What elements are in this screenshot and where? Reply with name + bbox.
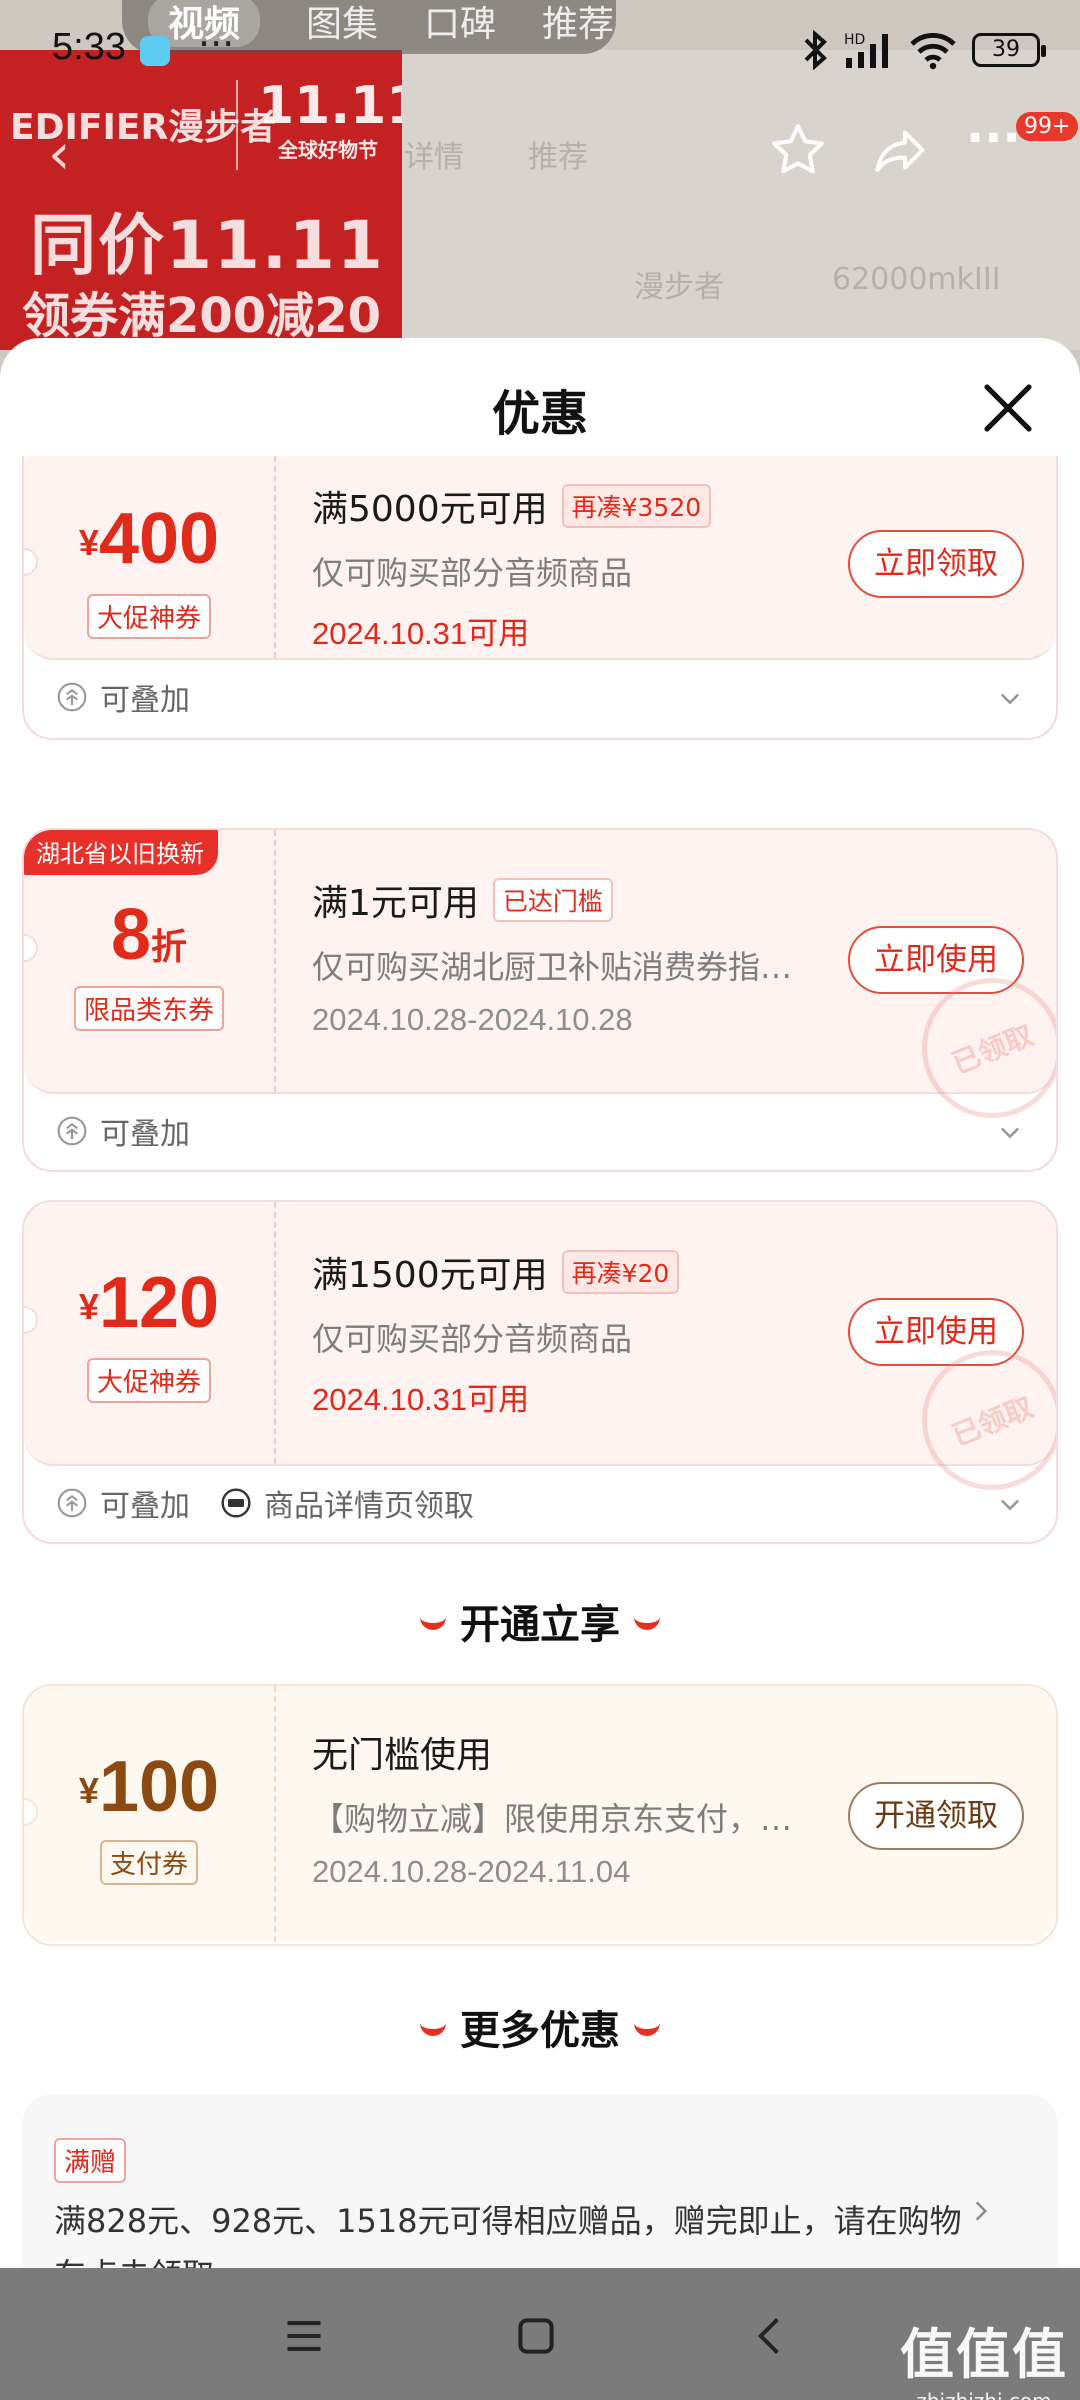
- cellular-signal-icon: HD: [844, 32, 888, 68]
- section-title-open: 开通立享: [0, 1592, 1080, 1650]
- sheet-title: 优惠: [491, 386, 588, 442]
- coupon-card: 湖北省以旧换新 8折 限品类东券 满1元可用 已达门槛 仅可购买湖北厨卫补贴消费券…: [22, 828, 1058, 1172]
- stackable-label: 可叠加: [100, 1117, 190, 1152]
- status-more: ···: [198, 22, 235, 66]
- coupon-info: 满1元可用 已达门槛 仅可购买湖北厨卫补贴消费券指… 2024.10.28-202…: [312, 874, 852, 1038]
- message-badge: 99+: [1016, 112, 1079, 141]
- coupon-condition: 无门槛使用: [312, 1735, 493, 1776]
- coupon-amount: ¥400: [78, 499, 220, 579]
- coupon-type-tag: 支付券: [24, 1840, 274, 1885]
- coupon-separator: [274, 456, 276, 658]
- coupon-card: ¥400 大促神券 满5000元可用 再凑¥3520 仅可购买部分音频商品 202…: [22, 456, 1058, 740]
- share-icon[interactable]: [870, 120, 930, 180]
- coupon-footer[interactable]: 可叠加: [24, 1094, 1056, 1168]
- site-watermark: 值值值 zhizhizhi.com: [900, 2323, 1068, 2400]
- claim-button[interactable]: 立即领取: [848, 530, 1024, 598]
- battery-indicator: 39: [972, 33, 1046, 67]
- coupon-type-tag: 限品类东券: [24, 986, 274, 1031]
- stack-icon: [57, 682, 87, 712]
- coupon-date: 2024.10.28-2024.10.28: [312, 1002, 633, 1037]
- chevron-down-icon[interactable]: [996, 1118, 1024, 1146]
- coupon-description: 【购物立减】限使用京东支付，…: [312, 1800, 793, 1838]
- coupon-type-tag: 大促神券: [24, 594, 274, 639]
- section-title-more: 更多优惠: [0, 1998, 1080, 2056]
- coupon-type-tag: 大促神券: [24, 1358, 274, 1403]
- chevron-down-icon[interactable]: [996, 1490, 1024, 1518]
- stackable-label: 可叠加: [100, 1489, 190, 1524]
- coupon-gap-pill: 再凑¥3520: [561, 484, 712, 528]
- more-icon[interactable]: ···: [966, 110, 1021, 166]
- coupon-sheet: 优惠 ¥400 大促神券 满5000元可用 再凑¥3520 仅可购买部分音频商品 …: [0, 338, 1080, 2268]
- coupon-info: 满1500元可用 再凑¥20 仅可购买部分音频商品 2024.10.31可用: [312, 1246, 852, 1419]
- gift-promo-text: 满828元、928元、1518元可得相应赠品，赠完即止，请在购物车点击领取: [54, 2202, 962, 2268]
- page-header-actions: ‹ ··· 99+: [0, 110, 1080, 190]
- coupon-date: 2024.10.31可用: [312, 1382, 530, 1417]
- coupon-info: 满5000元可用 再凑¥3520 仅可购买部分音频商品 2024.10.31可用: [312, 480, 852, 653]
- svg-text:HD: HD: [844, 32, 865, 48]
- banner-subline: 领券满200减20: [22, 288, 381, 344]
- coupon-separator: [274, 1202, 276, 1464]
- coupon-condition: 满1500元可用 再凑¥20: [312, 1246, 852, 1298]
- bluetooth-icon: [804, 30, 827, 70]
- coupon-info: 无门槛使用 【购物立减】限使用京东支付，… 2024.10.28-2024.11…: [312, 1726, 852, 1890]
- chevron-down-icon[interactable]: [996, 684, 1024, 712]
- gift-promo-card[interactable]: 满赠 满828元、928元、1518元可得相应赠品，赠完即止，请在购物车点击领取: [22, 2094, 1058, 2268]
- app-notification-icon: [140, 36, 170, 66]
- gift-tag: 满赠: [54, 2138, 127, 2183]
- coupon-separator: [274, 830, 276, 1092]
- status-bar: 5:33 ··· HD 39: [0, 0, 1080, 100]
- payment-coupon-card: ¥100 支付券 无门槛使用 【购物立减】限使用京东支付，… 2024.10.2…: [22, 1684, 1058, 1946]
- banner-headline: 同价11.11: [30, 207, 385, 284]
- stackable-label: 可叠加: [100, 683, 190, 718]
- stack-icon: [57, 1116, 87, 1146]
- coupon-body: ¥100 支付券 无门槛使用 【购物立减】限使用京东支付，… 2024.10.2…: [24, 1686, 1056, 1942]
- coupon-card: ¥120 大促神券 满1500元可用 再凑¥20 仅可购买部分音频商品 2024.…: [22, 1200, 1058, 1544]
- coupon-condition: 满5000元可用 再凑¥3520: [312, 480, 852, 532]
- star-icon[interactable]: [768, 120, 828, 180]
- stack-icon: [57, 1488, 87, 1518]
- back-nav-icon[interactable]: [748, 2314, 792, 2358]
- coupon-footer[interactable]: 可叠加: [24, 660, 1056, 734]
- activate-claim-button[interactable]: 开通领取: [848, 1782, 1024, 1850]
- coupon-date: 2024.10.31可用: [312, 616, 530, 651]
- ticket-icon: [221, 1488, 251, 1518]
- close-icon[interactable]: [980, 380, 1036, 436]
- status-icons: HD 39: [802, 30, 1046, 70]
- coupon-amount: ¥100: [78, 1747, 220, 1827]
- coupon-gap-pill: 再凑¥20: [561, 1250, 680, 1294]
- status-time: 5:33: [52, 26, 126, 68]
- chevron-right-icon[interactable]: [968, 2198, 994, 2224]
- wifi-icon: [910, 33, 956, 70]
- coupon-separator: [274, 1686, 276, 1942]
- back-icon[interactable]: ‹: [48, 122, 70, 187]
- coupon-amount: 8折: [110, 895, 188, 975]
- home-icon[interactable]: [514, 2314, 558, 2358]
- coupon-condition: 满1元可用 已达门槛: [312, 874, 852, 926]
- menu-icon[interactable]: [282, 2314, 326, 2358]
- coupon-description: 仅可购买部分音频商品: [312, 554, 633, 592]
- coupon-body: ¥400 大促神券 满5000元可用 再凑¥3520 仅可购买部分音频商品 202…: [24, 456, 1056, 660]
- coupon-description: 仅可购买部分音频商品: [312, 1320, 633, 1358]
- coupon-description: 仅可购买湖北厨卫补贴消费券指…: [312, 948, 793, 986]
- coupon-footer[interactable]: 可叠加 商品详情页领取: [24, 1466, 1056, 1540]
- trade-in-flag: 湖北省以旧换新: [24, 830, 218, 875]
- threshold-reached-pill: 已达门槛: [492, 878, 613, 922]
- coupon-body: ¥120 大促神券 满1500元可用 再凑¥20 仅可购买部分音频商品 2024.…: [24, 1202, 1056, 1512]
- coupon-date: 2024.10.28-2024.11.04: [312, 1854, 631, 1889]
- coupon-amount: ¥120: [78, 1263, 220, 1343]
- detail-page-claim-label: 商品详情页领取: [264, 1489, 474, 1524]
